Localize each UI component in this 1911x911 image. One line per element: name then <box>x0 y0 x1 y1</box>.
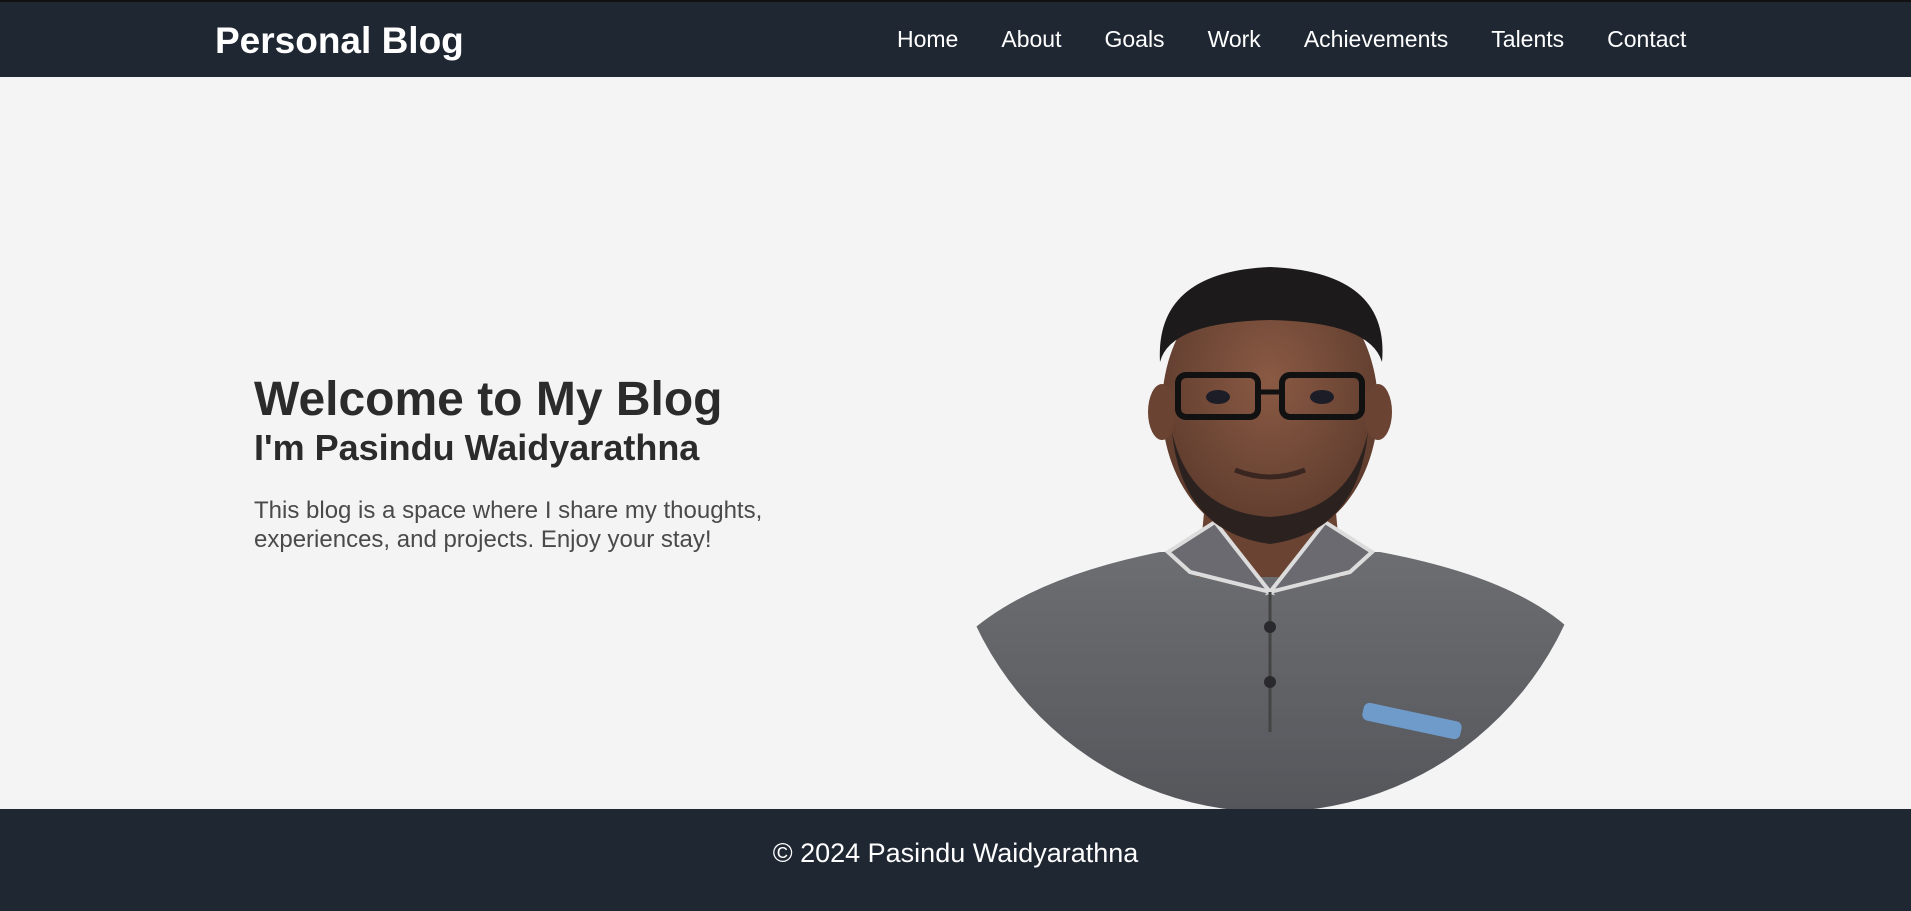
brand-logo-link[interactable]: Personal Blog <box>215 20 464 62</box>
hero-text-block: Welcome to My Blog I'm Pasindu Waidyarat… <box>254 372 854 554</box>
hero-description: This blog is a space where I share my th… <box>254 497 763 553</box>
site-header: Personal Blog Home About Goals Work Achi… <box>0 2 1911 77</box>
hero-title: Welcome to My Blog <box>254 373 723 426</box>
main-nav: Home About Goals Work Achievements Talen… <box>897 26 1686 53</box>
nav-link-goals[interactable]: Goals <box>1104 26 1164 53</box>
site-footer: © 2024 Pasindu Waidyarathna <box>0 809 1911 911</box>
profile-photo-icon <box>950 267 1590 812</box>
nav-link-talents[interactable]: Talents <box>1491 26 1564 53</box>
nav-link-achievements[interactable]: Achievements <box>1304 26 1448 53</box>
nav-link-contact[interactable]: Contact <box>1607 26 1686 53</box>
nav-link-about[interactable]: About <box>1001 26 1061 53</box>
hero-section: Welcome to My Blog I'm Pasindu Waidyarat… <box>0 77 1911 812</box>
hero-subtitle: I'm Pasindu Waidyarathna <box>254 427 700 468</box>
footer-copyright: © 2024 Pasindu Waidyarathna <box>772 837 1139 868</box>
nav-link-work[interactable]: Work <box>1208 26 1261 53</box>
nav-link-home[interactable]: Home <box>897 26 958 53</box>
